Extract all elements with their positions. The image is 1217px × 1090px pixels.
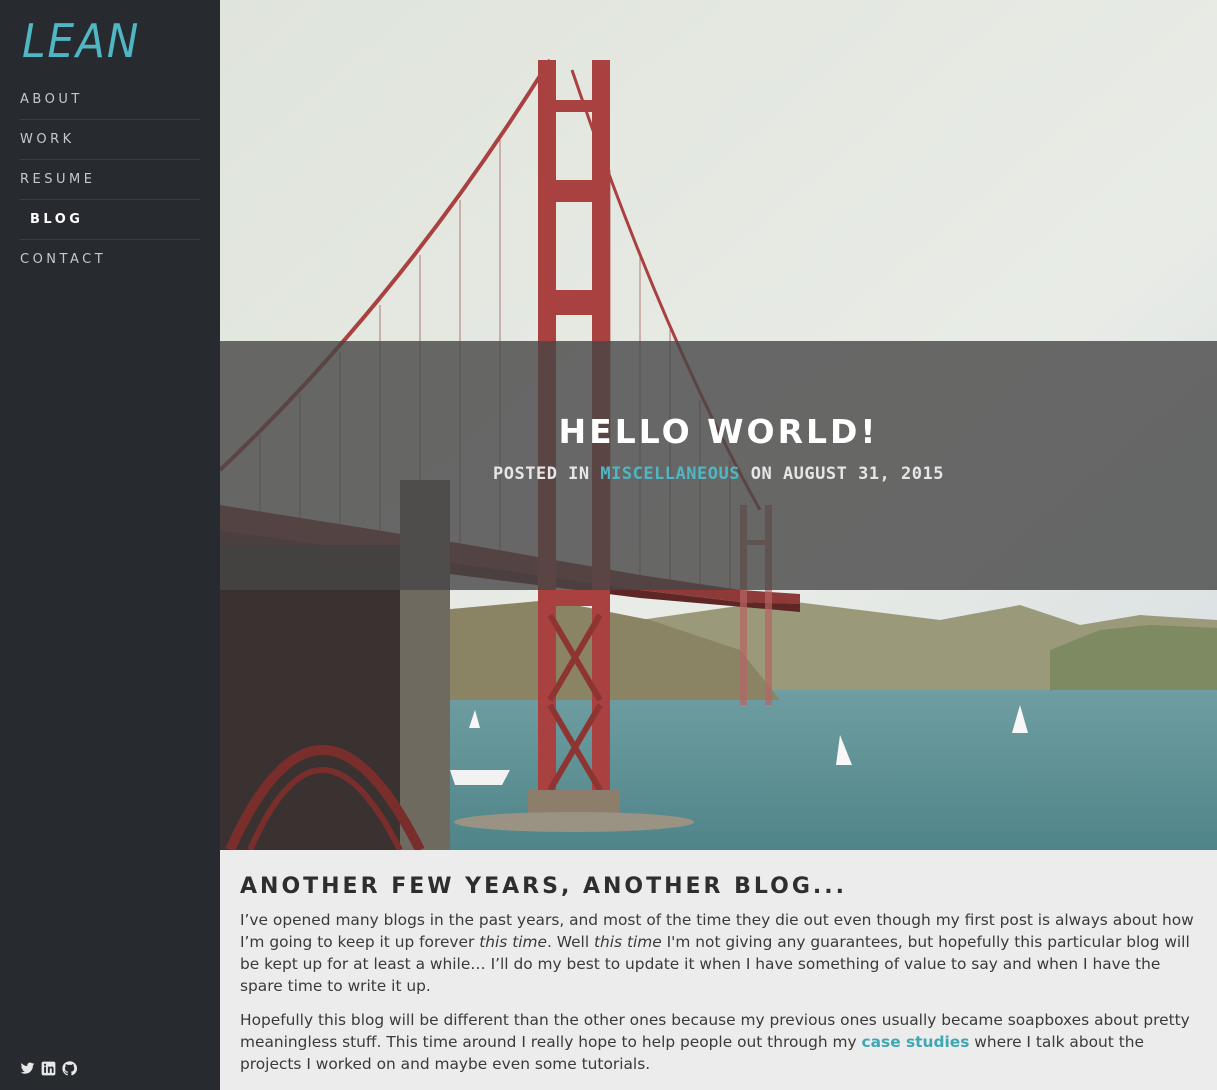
- article-heading: ANOTHER FEW YEARS, ANOTHER BLOG...: [240, 874, 847, 899]
- article-paragraph: Hopefully this blog will be different th…: [240, 1009, 1195, 1075]
- text-run: . Well: [546, 933, 594, 951]
- emphasis: this time: [593, 933, 662, 951]
- twitter-icon[interactable]: [20, 1061, 35, 1076]
- site-logo[interactable]: LEAN: [22, 14, 140, 68]
- nav-item-contact[interactable]: CONTACT: [20, 240, 200, 279]
- github-icon[interactable]: [62, 1061, 78, 1076]
- category-link[interactable]: MISCELLANEOUS: [600, 464, 740, 484]
- meta-on: ON: [750, 464, 773, 484]
- sidebar: LEAN ABOUT WORK RESUME BLOG CONTACT: [0, 0, 220, 1090]
- post-date: AUGUST 31, 2015: [782, 464, 944, 484]
- case-studies-link[interactable]: case studies: [862, 1033, 970, 1051]
- nav-item-about[interactable]: ABOUT: [20, 80, 200, 120]
- linkedin-icon[interactable]: [41, 1061, 56, 1076]
- hero-image: HELLO WORLD! POSTED IN MISCELLANEOUS ON …: [220, 0, 1217, 850]
- meta-posted-in: POSTED IN: [493, 464, 590, 484]
- nav-item-resume[interactable]: RESUME: [20, 160, 200, 200]
- social-links: [20, 1061, 78, 1076]
- article-body: ANOTHER FEW YEARS, ANOTHER BLOG... I’ve …: [220, 850, 1217, 1090]
- post-meta: POSTED IN MISCELLANEOUS ON AUGUST 31, 20…: [220, 464, 1217, 484]
- nav-item-work[interactable]: WORK: [20, 120, 200, 160]
- nav-item-blog[interactable]: BLOG: [20, 200, 200, 240]
- post-title: HELLO WORLD!: [558, 412, 879, 451]
- main-nav: ABOUT WORK RESUME BLOG CONTACT: [20, 80, 200, 279]
- article-paragraph: I’ve opened many blogs in the past years…: [240, 909, 1195, 997]
- emphasis: this time: [479, 933, 547, 951]
